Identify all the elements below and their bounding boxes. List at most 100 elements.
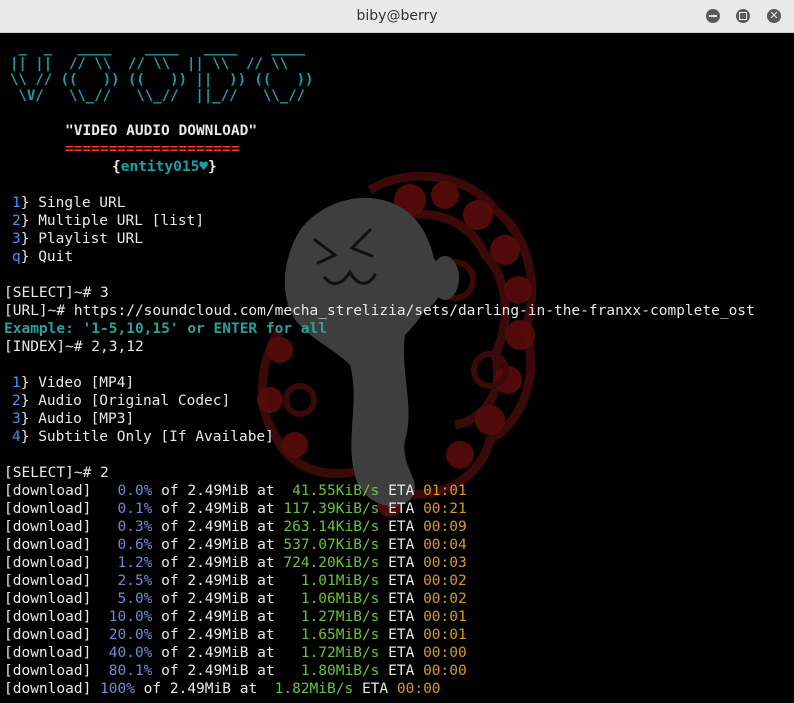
window-title: biby@berry [356,8,438,24]
download-tag: [download] [4,555,101,571]
download-speed: 263.14KiB/s [283,519,380,535]
close-icon: ✕ [769,9,779,22]
download-percent: 0.6% [100,537,153,553]
download-speed: 1.27MiB/s [283,609,380,625]
download-eta-label: ETA [353,681,397,697]
download-eta-label: ETA [379,591,424,607]
example-hint: Example: '1-5,10,15' or ENTER for all [4,321,328,337]
download-tag: [download] [4,627,101,643]
download-progress-line: [download] 5.0% of 2.49MiB at 1.06MiB/s … [4,590,467,608]
download-eta-label: ETA [379,537,424,553]
download-size: of 2.49MiB at [152,627,284,643]
download-speed: 41.55KiB/s [283,483,380,499]
download-speed: 724.20KiB/s [283,555,380,571]
download-percent: 2.5% [100,573,153,589]
ghost-mascot-icon [257,171,537,517]
download-eta-time: 00:09 [423,519,467,535]
download-eta-time: 00:04 [423,537,467,553]
banner-author: {entity015♥} [112,159,217,175]
title-bar[interactable]: biby@berry ✕ [0,0,794,33]
banner-underline: ==================== [65,141,240,157]
download-progress-line: [download] 0.3% of 2.49MiB at 263.14KiB/… [4,518,467,536]
url-prompt: [URL]~# https://soundcloud.com/mecha_str… [4,303,755,319]
download-percent: 100% [100,681,135,697]
download-percent: 40.0% [100,645,153,661]
download-progress-line: [download] 0.6% of 2.49MiB at 537.07KiB/… [4,536,467,554]
download-size: of 2.49MiB at [152,501,284,517]
download-tag: [download] [4,537,101,553]
select-prompt-2: [SELECT]~# 2 [4,465,109,481]
download-speed: 1.65MiB/s [283,627,380,643]
maximize-button[interactable] [736,9,750,23]
download-eta-label: ETA [379,501,424,517]
download-eta-time: 00:00 [396,681,441,697]
menu-item-quit: q} Quit [12,249,74,265]
download-size: of 2.49MiB at [152,483,284,499]
download-eta-label: ETA [379,573,424,589]
maximize-icon [739,12,747,20]
download-percent: 1.2% [100,555,153,571]
close-button[interactable]: ✕ [767,9,781,23]
download-speed: 1.72MiB/s [283,645,380,661]
download-tag: [download] [4,591,101,607]
menu-item-multiple-url: 2} Multiple URL [list] [12,213,205,229]
download-tag: [download] [4,645,101,661]
download-size: of 2.49MiB at [152,573,284,589]
download-size: of 2.49MiB at [152,645,284,661]
download-eta-label: ETA [379,483,424,499]
download-eta-time: 00:21 [423,501,467,517]
download-tag: [download] [4,501,101,517]
download-percent: 10.0% [100,609,153,625]
download-eta-label: ETA [379,609,424,625]
menu-item-video-mp4: 1} Video [MP4] [12,375,135,391]
minimize-icon [709,15,717,17]
menu-item-subtitle-only: 4} Subtitle Only [If Availabe] [12,429,274,445]
download-size: of 2.49MiB at [152,591,284,607]
download-progress-line: [download] 2.5% of 2.49MiB at 1.01MiB/s … [4,572,467,590]
download-size: of 2.49MiB at [152,663,284,679]
download-eta-time: 00:01 [423,609,467,625]
download-eta-label: ETA [379,555,424,571]
download-speed: 1.82MiB/s [265,681,354,697]
download-progress-line: [download] 10.0% of 2.49MiB at 1.27MiB/s… [4,608,467,626]
menu-item-audio-mp3: 3} Audio [MP3] [12,411,135,427]
download-tag: [download] [4,519,101,535]
download-eta-time: 00:01 [423,627,467,643]
download-progress-line: [download] 20.0% of 2.49MiB at 1.65MiB/s… [4,626,467,644]
download-tag: [download] [4,609,101,625]
index-prompt: [INDEX]~# 2,3,12 [4,339,144,355]
download-speed: 117.39KiB/s [283,501,380,517]
select-prompt-1: [SELECT]~# 3 [4,285,109,301]
voodo-logo: _ _ ____ ____ ____ ____ || || // \\ // \… [10,40,314,104]
download-size: of 2.49MiB at [152,555,284,571]
menu-item-single-url: 1} Single URL [12,195,126,211]
download-size: of 2.49MiB at [134,681,266,697]
download-progress-line: [download] 0.1% of 2.49MiB at 117.39KiB/… [4,500,467,518]
banner-subtitle: "VIDEO AUDIO DOWNLOAD" [65,123,258,139]
download-percent: 0.1% [100,501,153,517]
terminal-window[interactable]: biby@berry ✕ _ _ ____ ____ ____ ____ || … [0,0,794,703]
download-speed: 537.07KiB/s [283,537,380,553]
download-eta-time: 00:03 [423,555,467,571]
download-size: of 2.49MiB at [152,537,284,553]
menu-item-playlist-url: 3} Playlist URL [12,231,143,247]
download-eta-time: 01:01 [423,483,467,499]
download-percent: 0.3% [100,519,153,535]
download-tag: [download] [4,663,101,679]
download-progress-line: [download] 40.0% of 2.49MiB at 1.72MiB/s… [4,644,467,662]
download-percent: 80.1% [100,663,153,679]
download-eta-time: 00:02 [423,591,467,607]
download-progress-line: [download] 0.0% of 2.49MiB at 41.55KiB/s… [4,482,467,500]
download-eta-time: 00:00 [423,645,467,661]
download-progress-line: [download] 100% of 2.49MiB at 1.82MiB/s … [4,680,441,698]
download-eta-time: 00:00 [423,663,467,679]
minimize-button[interactable] [706,9,720,23]
download-progress-line: [download] 1.2% of 2.49MiB at 724.20KiB/… [4,554,467,572]
download-tag: [download] [4,573,101,589]
download-percent: 0.0% [100,483,153,499]
download-percent: 5.0% [100,591,153,607]
download-eta-label: ETA [379,519,424,535]
download-tag: [download] [4,681,101,697]
download-size: of 2.49MiB at [152,519,284,535]
menu-item-audio-original: 2} Audio [Original Codec] [12,393,231,409]
